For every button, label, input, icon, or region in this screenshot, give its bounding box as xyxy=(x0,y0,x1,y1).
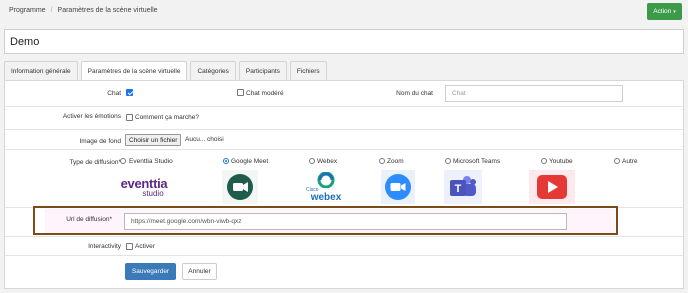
microsoft-teams-label: Microsoft Teams xyxy=(453,158,501,165)
studio-wordmark: studio xyxy=(142,188,164,198)
row-divider xyxy=(5,255,683,256)
chat-label: Chat xyxy=(107,90,121,97)
nom-du-chat-placeholder: Chat xyxy=(452,90,466,97)
teams-icon: T xyxy=(450,176,476,196)
interactivity-label: Interactivity xyxy=(88,243,121,250)
tab-participants[interactable]: Participants xyxy=(238,61,287,80)
image-de-fond-label: Image de fond xyxy=(79,138,121,145)
radio-google-meet[interactable] xyxy=(223,158,229,164)
radio-youtube[interactable] xyxy=(541,158,547,164)
type-diffusion-label: Type de diffusion* xyxy=(69,159,121,166)
file-status-text: Aucu... choisi xyxy=(185,136,224,143)
nom-du-chat-label: Nom du chat xyxy=(396,90,433,97)
youtube-label: Youtube xyxy=(549,158,573,165)
url-diffusion-label: Url de diffusion* xyxy=(66,216,112,223)
tab-parametres-scene-virtuelle[interactable]: Paramètres de la scène virtuelle xyxy=(80,61,188,80)
event-title-value: Demo xyxy=(10,36,40,48)
zoom-logo[interactable] xyxy=(381,170,415,204)
webex-wordmark: webex xyxy=(310,191,342,203)
row-divider xyxy=(5,236,683,237)
nom-du-chat-input[interactable]: Chat xyxy=(445,85,623,102)
breadcrumb: Programme / Paramètres de la scène virtu… xyxy=(9,7,158,14)
radio-webex[interactable] xyxy=(309,158,315,164)
breadcrumb-current: Paramètres de la scène virtuelle xyxy=(57,7,158,14)
chat-modere-label: Chat modéré xyxy=(246,90,284,97)
action-button-label: Action xyxy=(653,8,672,15)
radio-zoom[interactable] xyxy=(379,158,385,164)
emotions-help-label: Comment ça marche? xyxy=(135,114,199,121)
tab-categories[interactable]: Catégories xyxy=(190,61,236,80)
cisco-webex-logo[interactable]: Cisco webex xyxy=(303,170,349,204)
row-divider xyxy=(5,149,683,150)
settings-panel: Chat Chat modéré Nom du chat Chat Active… xyxy=(4,80,684,289)
zoom-icon xyxy=(385,174,411,200)
chat-modere-checkbox[interactable] xyxy=(237,89,244,96)
google-meet-logo[interactable] xyxy=(222,170,258,204)
radio-autre[interactable] xyxy=(614,158,620,164)
tab-information-generale[interactable]: Information générale xyxy=(4,61,78,80)
url-diffusion-input[interactable]: https://meet.google.com/wbn-viwb-qxz xyxy=(124,213,567,230)
autre-label: Autre xyxy=(622,158,638,165)
emotions-label: Activer les émotions xyxy=(62,113,121,120)
eventtia-studio-label: Eventtia Studio xyxy=(129,158,173,165)
event-title-field[interactable]: Demo xyxy=(4,29,684,54)
webex-label: Webex xyxy=(317,158,338,165)
microsoft-teams-logo[interactable]: T xyxy=(444,170,482,204)
tab-fichiers[interactable]: Fichiers xyxy=(289,61,327,80)
caret-down-icon: ▾ xyxy=(673,8,676,15)
chat-checkbox[interactable] xyxy=(126,89,133,96)
cancel-button[interactable]: Annuler xyxy=(182,263,217,280)
breadcrumb-root-link[interactable]: Programme xyxy=(9,7,46,14)
interactivity-option-label: Activer xyxy=(135,243,155,250)
emotions-checkbox[interactable] xyxy=(126,114,133,121)
youtube-play-icon xyxy=(537,175,567,199)
action-dropdown-button[interactable]: Action ▾ xyxy=(647,3,682,20)
google-meet-icon xyxy=(227,174,253,200)
save-button[interactable]: Sauvegarder xyxy=(125,263,176,280)
row-divider xyxy=(5,129,683,130)
tab-bar: Information générale Paramètres de la sc… xyxy=(4,61,330,80)
webex-swirl-icon xyxy=(317,171,335,188)
interactivity-checkbox[interactable] xyxy=(126,243,133,250)
radio-microsoft-teams[interactable] xyxy=(445,158,451,164)
row-divider xyxy=(5,106,683,107)
youtube-logo[interactable] xyxy=(529,170,575,204)
url-diffusion-value: https://meet.google.com/wbn-viwb-qxz xyxy=(131,218,242,225)
choose-file-button[interactable]: Choisir un fichier xyxy=(125,134,182,146)
radio-eventtia-studio[interactable] xyxy=(120,158,126,164)
eventtia-studio-logo[interactable]: eventtia studio xyxy=(117,170,171,204)
google-meet-label: Google Meet xyxy=(231,158,269,165)
breadcrumb-separator: / xyxy=(50,7,53,14)
eventtia-wordmark: eventtia xyxy=(120,175,168,191)
svg-text:T: T xyxy=(455,183,462,195)
zoom-label: Zoom xyxy=(387,158,404,165)
